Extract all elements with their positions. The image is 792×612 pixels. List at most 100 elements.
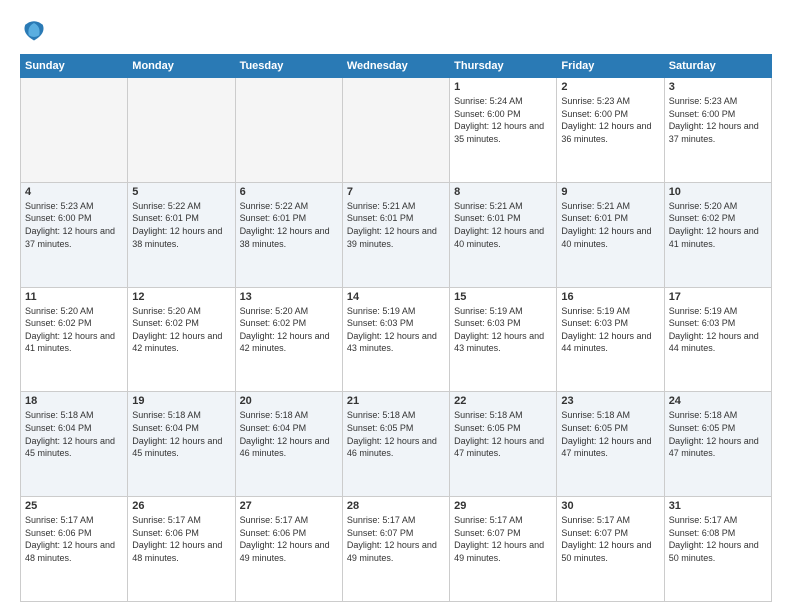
calendar-cell	[21, 78, 128, 183]
calendar-cell: 10 Sunrise: 5:20 AMSunset: 6:02 PMDayligh…	[664, 182, 771, 287]
day-number: 21	[347, 395, 445, 407]
day-info: Sunrise: 5:20 AMSunset: 6:02 PMDaylight:…	[669, 200, 767, 250]
calendar-cell: 9 Sunrise: 5:21 AMSunset: 6:01 PMDaylight…	[557, 182, 664, 287]
calendar-cell: 28 Sunrise: 5:17 AMSunset: 6:07 PMDayligh…	[342, 497, 449, 602]
calendar-cell: 8 Sunrise: 5:21 AMSunset: 6:01 PMDaylight…	[450, 182, 557, 287]
day-number: 4	[25, 186, 123, 198]
calendar-cell: 29Sunrise: 5:17 AMSunset: 6:07 PMDayligh…	[450, 497, 557, 602]
day-info: Sunrise: 5:17 AMSunset: 6:08 PMDaylight:…	[669, 514, 767, 564]
day-info: Sunrise: 5:19 AMSunset: 6:03 PMDaylight:…	[669, 305, 767, 355]
day-number: 28	[347, 500, 445, 512]
day-info: Sunrise: 5:18 AMSunset: 6:05 PMDaylight:…	[561, 409, 659, 459]
calendar-week-2: 4 Sunrise: 5:23 AMSunset: 6:00 PMDaylight…	[21, 182, 772, 287]
header	[20, 16, 772, 44]
calendar-cell: 24 Sunrise: 5:18 AMSunset: 6:05 PMDayligh…	[664, 392, 771, 497]
calendar-cell	[128, 78, 235, 183]
day-number: 6	[240, 186, 338, 198]
calendar-cell: 17 Sunrise: 5:19 AMSunset: 6:03 PMDayligh…	[664, 287, 771, 392]
day-info: Sunrise: 5:20 AMSunset: 6:02 PMDaylight:…	[25, 305, 123, 355]
calendar-cell: 18 Sunrise: 5:18 AMSunset: 6:04 PMDayligh…	[21, 392, 128, 497]
day-info: Sunrise: 5:17 AMSunset: 6:07 PMDaylight:…	[347, 514, 445, 564]
day-number: 7	[347, 186, 445, 198]
day-info: Sunrise: 5:17 AMSunset: 6:07 PMDaylight:…	[561, 514, 659, 564]
day-info: Sunrise: 5:17 AMSunset: 6:06 PMDaylight:…	[240, 514, 338, 564]
calendar-cell: 13Sunrise: 5:20 AMSunset: 6:02 PMDayligh…	[235, 287, 342, 392]
calendar-cell: 27 Sunrise: 5:17 AMSunset: 6:06 PMDayligh…	[235, 497, 342, 602]
day-number: 31	[669, 500, 767, 512]
day-number: 23	[561, 395, 659, 407]
day-info: Sunrise: 5:22 AMSunset: 6:01 PMDaylight:…	[132, 200, 230, 250]
day-number: 20	[240, 395, 338, 407]
day-number: 13	[240, 291, 338, 303]
day-info: Sunrise: 5:21 AMSunset: 6:01 PMDaylight:…	[561, 200, 659, 250]
weekday-sunday: Sunday	[21, 55, 128, 78]
day-number: 24	[669, 395, 767, 407]
calendar-cell: 20 Sunrise: 5:18 AMSunset: 6:04 PMDayligh…	[235, 392, 342, 497]
calendar-cell: 6 Sunrise: 5:22 AMSunset: 6:01 PMDaylight…	[235, 182, 342, 287]
day-number: 26	[132, 500, 230, 512]
logo	[20, 16, 52, 44]
day-info: Sunrise: 5:21 AMSunset: 6:01 PMDaylight:…	[454, 200, 552, 250]
day-number: 10	[669, 186, 767, 198]
logo-icon	[20, 16, 48, 44]
calendar-cell: 31 Sunrise: 5:17 AMSunset: 6:08 PMDayligh…	[664, 497, 771, 602]
day-number: 29	[454, 500, 552, 512]
day-number: 12	[132, 291, 230, 303]
page: SundayMondayTuesdayWednesdayThursdayFrid…	[0, 0, 792, 612]
day-number: 17	[669, 291, 767, 303]
calendar-cell: 12 Sunrise: 5:20 AMSunset: 6:02 PMDayligh…	[128, 287, 235, 392]
calendar-week-1: 1 Sunrise: 5:24 AMSunset: 6:00 PMDaylight…	[21, 78, 772, 183]
calendar-cell: 21 Sunrise: 5:18 AMSunset: 6:05 PMDayligh…	[342, 392, 449, 497]
calendar-week-3: 11 Sunrise: 5:20 AMSunset: 6:02 PMDayligh…	[21, 287, 772, 392]
calendar-cell: 23 Sunrise: 5:18 AMSunset: 6:05 PMDayligh…	[557, 392, 664, 497]
calendar-cell: 5 Sunrise: 5:22 AMSunset: 6:01 PMDaylight…	[128, 182, 235, 287]
day-info: Sunrise: 5:18 AMSunset: 6:05 PMDaylight:…	[454, 409, 552, 459]
day-info: Sunrise: 5:17 AMSunset: 6:06 PMDaylight:…	[25, 514, 123, 564]
day-info: Sunrise: 5:19 AMSunset: 6:03 PMDaylight:…	[454, 305, 552, 355]
day-info: Sunrise: 5:23 AMSunset: 6:00 PMDaylight:…	[25, 200, 123, 250]
calendar-cell: 7 Sunrise: 5:21 AMSunset: 6:01 PMDaylight…	[342, 182, 449, 287]
day-number: 25	[25, 500, 123, 512]
calendar-cell: 3Sunrise: 5:23 AMSunset: 6:00 PMDaylight…	[664, 78, 771, 183]
day-info: Sunrise: 5:22 AMSunset: 6:01 PMDaylight:…	[240, 200, 338, 250]
day-number: 5	[132, 186, 230, 198]
day-info: Sunrise: 5:18 AMSunset: 6:05 PMDaylight:…	[347, 409, 445, 459]
calendar-cell: 30Sunrise: 5:17 AMSunset: 6:07 PMDayligh…	[557, 497, 664, 602]
day-number: 2	[561, 81, 659, 93]
day-number: 15	[454, 291, 552, 303]
day-number: 3	[669, 81, 767, 93]
day-info: Sunrise: 5:18 AMSunset: 6:04 PMDaylight:…	[25, 409, 123, 459]
day-number: 18	[25, 395, 123, 407]
day-info: Sunrise: 5:24 AMSunset: 6:00 PMDaylight:…	[454, 95, 552, 145]
calendar-cell: 22Sunrise: 5:18 AMSunset: 6:05 PMDayligh…	[450, 392, 557, 497]
day-number: 16	[561, 291, 659, 303]
day-info: Sunrise: 5:18 AMSunset: 6:04 PMDaylight:…	[132, 409, 230, 459]
day-number: 19	[132, 395, 230, 407]
weekday-thursday: Thursday	[450, 55, 557, 78]
calendar-table: SundayMondayTuesdayWednesdayThursdayFrid…	[20, 54, 772, 602]
day-info: Sunrise: 5:18 AMSunset: 6:04 PMDaylight:…	[240, 409, 338, 459]
day-number: 11	[25, 291, 123, 303]
weekday-tuesday: Tuesday	[235, 55, 342, 78]
calendar-cell: 4 Sunrise: 5:23 AMSunset: 6:00 PMDaylight…	[21, 182, 128, 287]
weekday-wednesday: Wednesday	[342, 55, 449, 78]
day-info: Sunrise: 5:21 AMSunset: 6:01 PMDaylight:…	[347, 200, 445, 250]
weekday-friday: Friday	[557, 55, 664, 78]
day-number: 27	[240, 500, 338, 512]
day-number: 9	[561, 186, 659, 198]
day-info: Sunrise: 5:23 AMSunset: 6:00 PMDaylight:…	[561, 95, 659, 145]
calendar-cell: 26 Sunrise: 5:17 AMSunset: 6:06 PMDayligh…	[128, 497, 235, 602]
calendar-week-4: 18 Sunrise: 5:18 AMSunset: 6:04 PMDayligh…	[21, 392, 772, 497]
day-info: Sunrise: 5:17 AMSunset: 6:06 PMDaylight:…	[132, 514, 230, 564]
calendar-cell: 19 Sunrise: 5:18 AMSunset: 6:04 PMDayligh…	[128, 392, 235, 497]
weekday-header-row: SundayMondayTuesdayWednesdayThursdayFrid…	[21, 55, 772, 78]
day-info: Sunrise: 5:19 AMSunset: 6:03 PMDaylight:…	[347, 305, 445, 355]
day-number: 8	[454, 186, 552, 198]
day-info: Sunrise: 5:18 AMSunset: 6:05 PMDaylight:…	[669, 409, 767, 459]
calendar-cell: 2 Sunrise: 5:23 AMSunset: 6:00 PMDaylight…	[557, 78, 664, 183]
calendar-cell	[342, 78, 449, 183]
calendar-cell: 11 Sunrise: 5:20 AMSunset: 6:02 PMDayligh…	[21, 287, 128, 392]
day-info: Sunrise: 5:20 AMSunset: 6:02 PMDaylight:…	[132, 305, 230, 355]
calendar-cell: 14Sunrise: 5:19 AMSunset: 6:03 PMDayligh…	[342, 287, 449, 392]
day-number: 1	[454, 81, 552, 93]
